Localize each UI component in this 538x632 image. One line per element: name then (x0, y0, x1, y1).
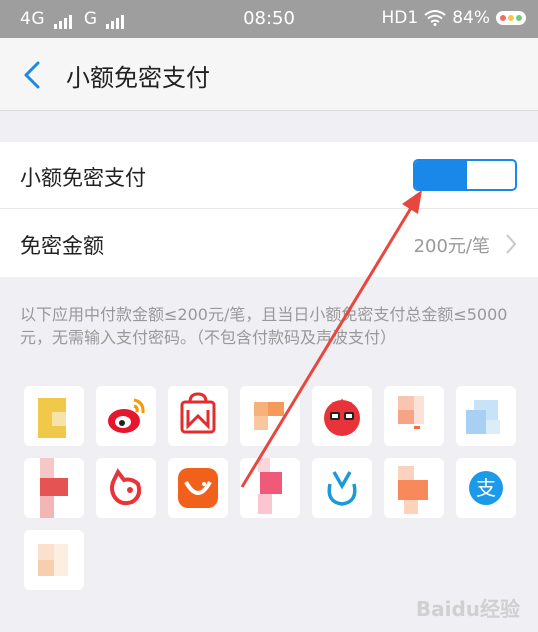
annotation-arrow (240, 190, 422, 488)
watermark: Baidu经验 (415, 597, 520, 621)
